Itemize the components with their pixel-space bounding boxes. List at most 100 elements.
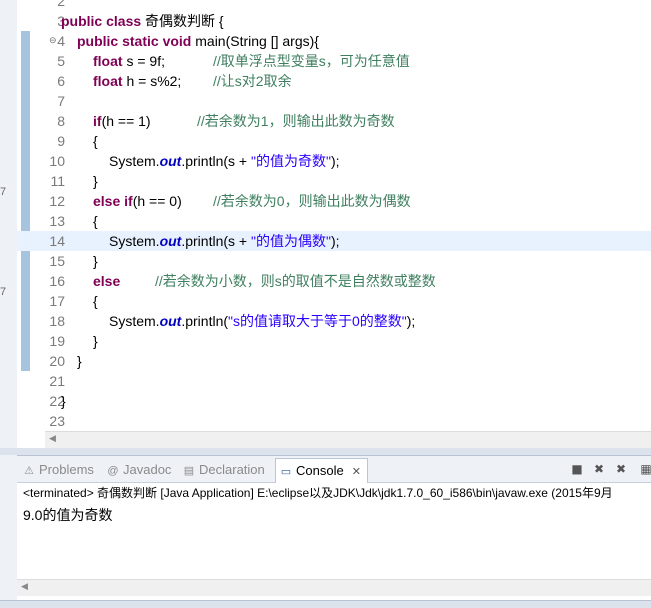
keyword[interactable]: else xyxy=(93,271,120,291)
code-line[interactable]: 10 System.out.println(s + "的值为奇数"); xyxy=(17,151,651,171)
remove-launch-icon[interactable]: ✖ xyxy=(592,462,606,476)
code-line[interactable]: 9 { xyxy=(17,131,651,151)
line-number: 12 xyxy=(49,193,65,209)
current-code-line[interactable]: 14 System.out.println(s + "的值为偶数"); xyxy=(17,231,651,251)
declaration-icon: ▤ xyxy=(183,465,195,477)
code-line[interactable]: 8 if(h == 1) //若余数为1，则输出此数为奇数 xyxy=(17,111,651,131)
code-line[interactable]: 11 } xyxy=(17,171,651,191)
line-number: 16 xyxy=(49,273,65,289)
code-text[interactable]: public class 奇偶数判断 { xyxy=(61,11,224,31)
code-comment: //若余数为0，则输出此数为偶数 xyxy=(213,193,411,209)
code-text[interactable]: } xyxy=(77,351,82,371)
tab-problems[interactable]: ⚠ Problems xyxy=(23,460,94,480)
code-text[interactable]: float h = s%2; xyxy=(93,71,181,91)
code-rest: s = 9f; xyxy=(122,53,165,69)
line-number: 5 xyxy=(57,53,65,69)
tab-label: Javadoc xyxy=(123,462,172,477)
console-horizontal-scrollbar[interactable]: ◀ xyxy=(17,579,651,596)
code-rest: (h == 0) xyxy=(132,193,182,209)
javadoc-icon: @ xyxy=(107,465,119,477)
code-text[interactable]: System.out.println("s的值请取大于等于0的整数"); xyxy=(109,311,415,331)
line-number: 15 xyxy=(49,253,65,269)
code-text[interactable]: } xyxy=(93,251,98,271)
panel-separator xyxy=(0,448,651,455)
code-line[interactable]: 6 float h = s%2; //让s对2取余 xyxy=(17,71,651,91)
code-text[interactable]: { xyxy=(93,211,98,231)
tab-declaration[interactable]: ▤ Declaration xyxy=(183,460,265,480)
code-line[interactable]: 12 else if(h == 0) //若余数为0，则输出此数为偶数 xyxy=(17,191,651,211)
code-comment: //若余数为小数，则s的取值不是自然数或整数 xyxy=(155,273,436,289)
code-line[interactable]: 3 public class 奇偶数判断 { xyxy=(17,11,651,31)
code-line[interactable]: 4 ⊖ public static void main(String [] ar… xyxy=(17,31,651,51)
string-literal: "s的值请取大于等于0的整数" xyxy=(228,313,407,329)
line-number: 13 xyxy=(49,213,65,229)
code-text[interactable]: { xyxy=(93,291,98,311)
fold-collapse-icon[interactable]: ⊖ xyxy=(49,31,57,51)
code-line[interactable]: 18 System.out.println("s的值请取大于等于0的整数"); xyxy=(17,311,651,331)
code-mid: .println(s + xyxy=(181,233,251,249)
console-icon: ▭ xyxy=(280,466,292,478)
code-mid: .println( xyxy=(181,313,229,329)
bottom-tab-bar: ⚠ Problems @ Javadoc ▤ Declaration ▭ Console… xyxy=(17,456,651,483)
code-line[interactable]: 19 } xyxy=(17,331,651,351)
code-rest: 奇偶数判断 { xyxy=(141,13,224,29)
code-line[interactable]: 21 xyxy=(17,371,651,391)
keyword: public class xyxy=(61,13,142,29)
tab-label: Declaration xyxy=(199,462,265,477)
line-number: 2 xyxy=(57,0,65,9)
code-text[interactable]: } xyxy=(93,331,98,351)
code-line[interactable]: 13 { xyxy=(17,211,651,231)
code-line[interactable]: 15 } xyxy=(17,251,651,271)
clear-console-icon[interactable]: ▦ xyxy=(639,462,651,476)
line-number: 20 xyxy=(49,353,65,369)
line-number: 18 xyxy=(49,313,65,329)
code-comment: //取单浮点型变量s，可为任意值 xyxy=(213,53,410,69)
keyword: float xyxy=(93,53,123,69)
code-text[interactable]: } xyxy=(61,391,66,411)
code-post: ); xyxy=(406,313,416,329)
tab-javadoc[interactable]: @ Javadoc xyxy=(107,460,171,480)
static-field: out xyxy=(159,313,182,329)
code-comment: //若余数为1，则输出此数为奇数 xyxy=(197,113,395,129)
bottom-panel: ⚠ Problems @ Javadoc ▤ Declaration ▭ Console… xyxy=(17,455,651,601)
code-text[interactable]: { xyxy=(93,131,98,151)
code-text[interactable]: else if(h == 0) xyxy=(93,191,182,211)
keyword: float xyxy=(93,73,123,89)
code-text[interactable]: System.out.println(s + "的值为奇数"); xyxy=(109,151,340,171)
line-number: 3 xyxy=(57,13,65,29)
code-editor[interactable]: 2 3 public class 奇偶数判断 { 4 ⊖ public stat… xyxy=(17,0,651,448)
code-line[interactable]: 17 { xyxy=(17,291,651,311)
code-text[interactable]: public static void main(String [] args){ xyxy=(77,31,319,51)
remove-all-terminated-icon[interactable]: ✖ xyxy=(614,462,628,476)
code-text[interactable]: if(h == 1) xyxy=(93,111,151,131)
code-text[interactable]: float s = 9f; xyxy=(93,51,165,71)
scroll-left-icon[interactable]: ◀ xyxy=(21,582,28,592)
editor-horizontal-scrollbar[interactable]: ◀ xyxy=(45,431,651,449)
code-line[interactable]: 20 } xyxy=(17,351,651,371)
tab-label: Console xyxy=(296,463,344,478)
code-line[interactable]: 7 xyxy=(17,91,651,111)
code-mid: .println(s + xyxy=(181,153,251,169)
string-literal: "的值为偶数" xyxy=(250,233,331,249)
code-post: ); xyxy=(330,153,340,169)
close-tab-icon[interactable]: ✕ xyxy=(352,466,361,478)
static-field: out xyxy=(159,233,182,249)
line-number: 22 xyxy=(49,393,65,409)
string-literal: "的值为奇数" xyxy=(250,153,331,169)
code-line[interactable]: 23 xyxy=(17,411,651,431)
code-text[interactable]: System.out.println(s + "的值为偶数"); xyxy=(109,231,340,251)
console-output[interactable]: 9.0的值为奇数 xyxy=(23,505,112,525)
tab-console[interactable]: ▭ Console ✕ xyxy=(275,458,368,483)
code-rest: main(String [] args){ xyxy=(191,33,319,49)
code-text[interactable]: } xyxy=(93,171,98,191)
code-rest: (h == 1) xyxy=(101,113,151,129)
code-line[interactable]: 5 float s = 9f; //取单浮点型变量s，可为任意值 xyxy=(17,51,651,71)
code-post: ); xyxy=(330,233,340,249)
code-line[interactable]: 22 } xyxy=(17,391,651,411)
line-number: 21 xyxy=(49,373,65,389)
code-pre: System. xyxy=(109,313,160,329)
scroll-left-icon[interactable]: ◀ xyxy=(49,434,56,444)
terminate-icon[interactable]: ■ xyxy=(570,462,584,476)
code-line[interactable]: 16 else //若余数为小数，则s的取值不是自然数或整数 xyxy=(17,271,651,291)
code-line: 2 xyxy=(17,0,651,11)
